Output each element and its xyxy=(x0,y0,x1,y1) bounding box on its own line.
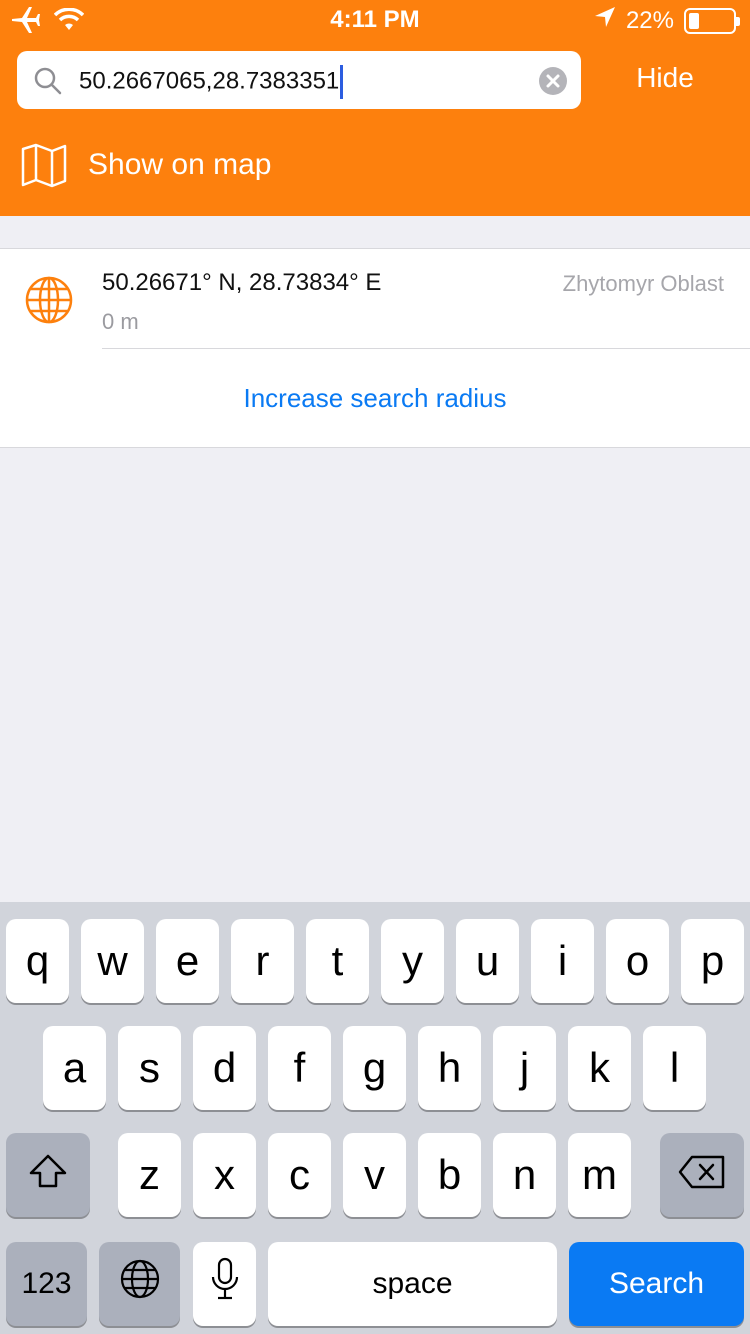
key-z[interactable]: z xyxy=(118,1133,181,1217)
key-i[interactable]: i xyxy=(531,919,594,1003)
list-item[interactable]: 50.26671° N, 28.73834° E 0 m Zhytomyr Ob… xyxy=(0,249,750,349)
key-e[interactable]: e xyxy=(156,919,219,1003)
key-b[interactable]: b xyxy=(418,1133,481,1217)
result-coordinates: 50.26671° N, 28.73834° E xyxy=(102,269,382,296)
key-j[interactable]: j xyxy=(493,1026,556,1110)
globe-icon xyxy=(24,275,74,330)
result-distance: 0 m xyxy=(102,309,139,334)
map-icon xyxy=(20,141,68,189)
key-h[interactable]: h xyxy=(418,1026,481,1110)
key-g[interactable]: g xyxy=(343,1026,406,1110)
delete-key[interactable] xyxy=(660,1133,744,1217)
key-o[interactable]: o xyxy=(606,919,669,1003)
numbers-key[interactable]: 123 xyxy=(6,1242,87,1326)
key-a[interactable]: a xyxy=(43,1026,106,1110)
divider xyxy=(102,348,750,349)
globe-key[interactable] xyxy=(99,1242,180,1326)
key-s[interactable]: s xyxy=(118,1026,181,1110)
dictation-key[interactable] xyxy=(193,1242,256,1326)
key-u[interactable]: u xyxy=(456,919,519,1003)
shift-key[interactable] xyxy=(6,1133,90,1217)
key-t[interactable]: t xyxy=(306,919,369,1003)
battery-percent: 22% xyxy=(625,6,674,34)
header: 4:11 PM 22% 50.2667065,28.7383351 Hide S… xyxy=(0,0,750,216)
search-field[interactable]: 50.2667065,28.7383351 xyxy=(17,51,581,109)
result-region: Zhytomyr Oblast xyxy=(562,271,724,296)
location-arrow-icon xyxy=(594,6,616,35)
key-m[interactable]: m xyxy=(568,1133,631,1217)
battery-icon xyxy=(684,7,740,34)
key-l[interactable]: l xyxy=(643,1026,706,1110)
keyboard: q w e r t y u i o p a s d f g h j k l z … xyxy=(0,902,750,1334)
results-list: 50.26671° N, 28.73834° E 0 m Zhytomyr Ob… xyxy=(0,248,750,448)
show-on-map-label: Show on map xyxy=(88,148,272,181)
search-input[interactable]: 50.2667065,28.7383351 xyxy=(79,67,339,94)
key-w[interactable]: w xyxy=(81,919,144,1003)
key-x[interactable]: x xyxy=(193,1133,256,1217)
shift-icon xyxy=(28,1151,68,1199)
microphone-icon xyxy=(210,1257,240,1311)
search-icon xyxy=(33,66,63,101)
key-f[interactable]: f xyxy=(268,1026,331,1110)
text-cursor xyxy=(340,65,344,99)
search-key[interactable]: Search xyxy=(569,1242,744,1326)
show-on-map-button[interactable]: Show on map xyxy=(20,140,271,190)
increase-search-radius-button[interactable]: Increase search radius xyxy=(0,383,750,414)
status-bar: 4:11 PM 22% xyxy=(0,0,750,40)
key-d[interactable]: d xyxy=(193,1026,256,1110)
keyboard-globe-icon xyxy=(119,1258,161,1310)
backspace-icon xyxy=(678,1151,726,1199)
key-r[interactable]: r xyxy=(231,919,294,1003)
key-y[interactable]: y xyxy=(381,919,444,1003)
key-p[interactable]: p xyxy=(681,919,744,1003)
hide-button[interactable]: Hide xyxy=(610,62,720,94)
key-v[interactable]: v xyxy=(343,1133,406,1217)
key-q[interactable]: q xyxy=(6,919,69,1003)
key-k[interactable]: k xyxy=(568,1026,631,1110)
key-n[interactable]: n xyxy=(493,1133,556,1217)
key-c[interactable]: c xyxy=(268,1133,331,1217)
space-key[interactable]: space xyxy=(268,1242,557,1326)
clear-icon[interactable] xyxy=(539,67,567,95)
